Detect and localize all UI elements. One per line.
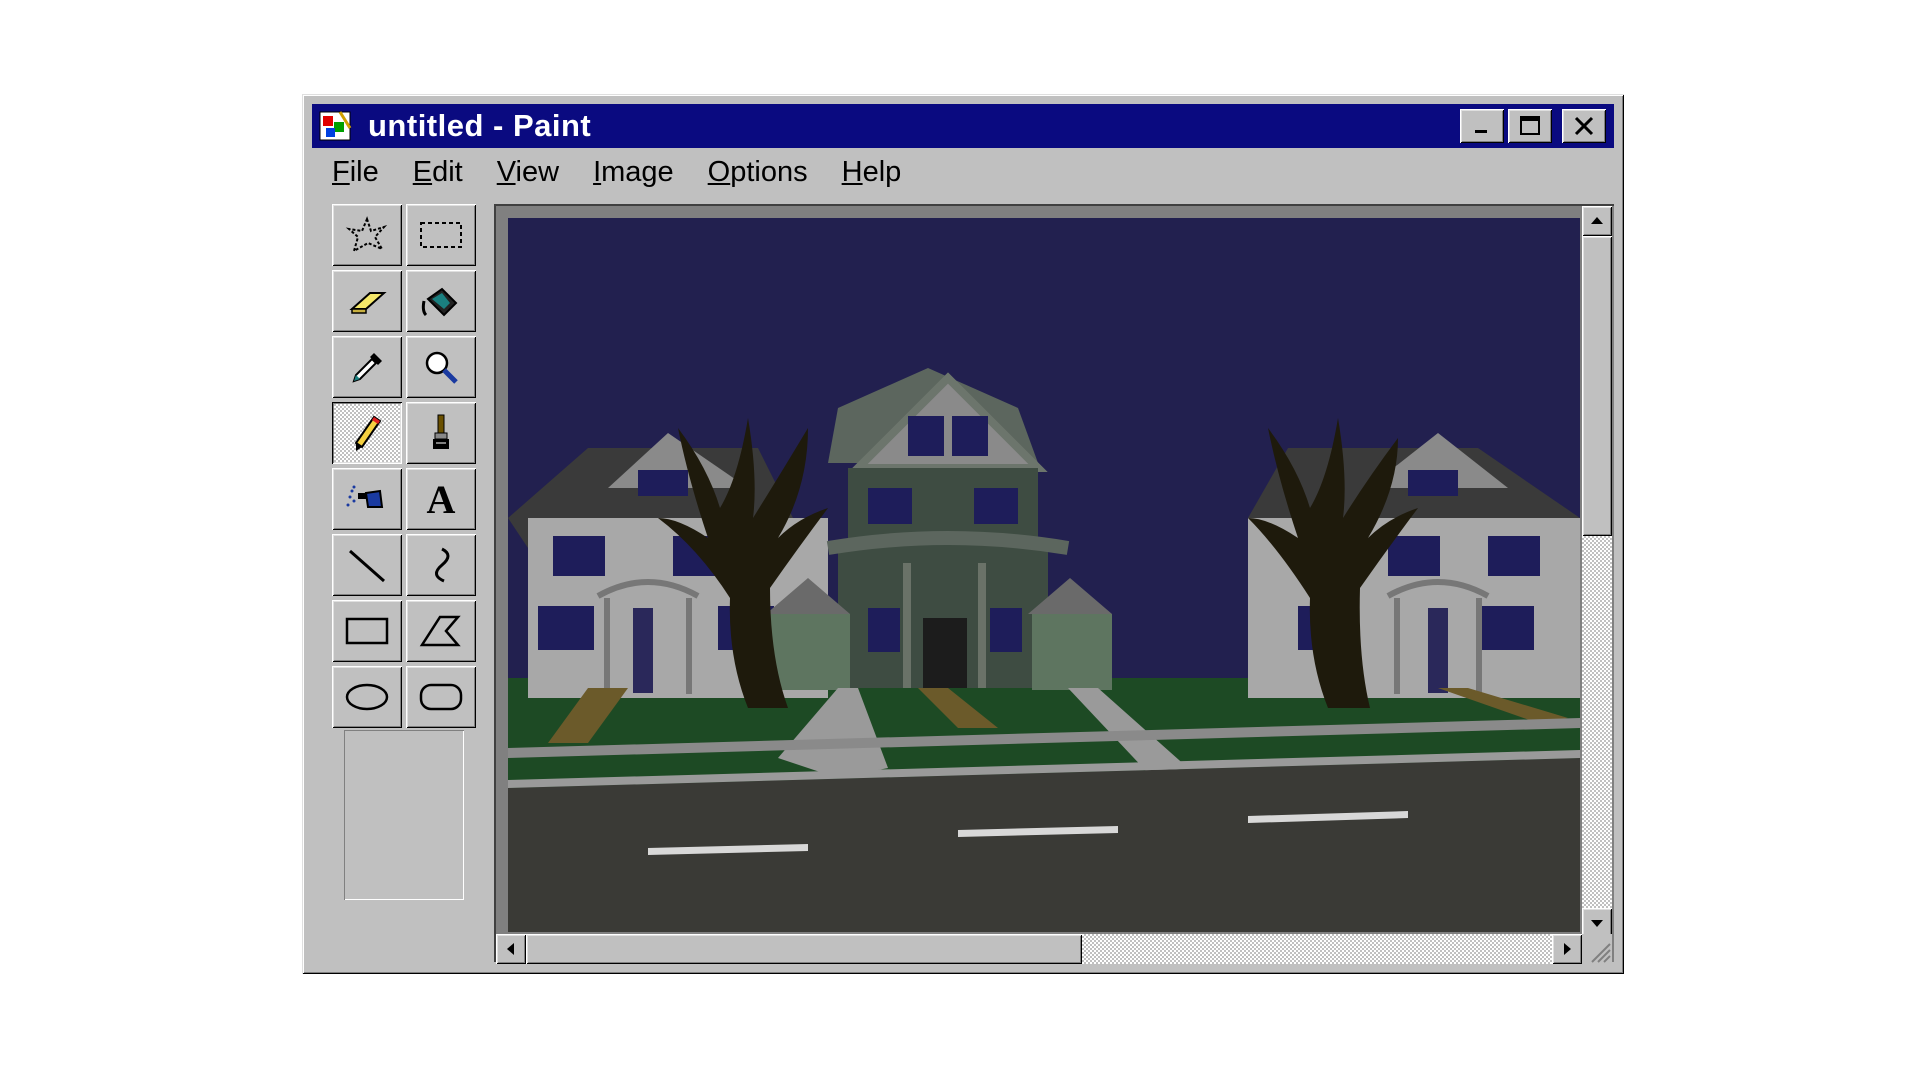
horizontal-scroll-thumb[interactable] bbox=[526, 934, 1082, 964]
tool-text[interactable]: A bbox=[406, 468, 476, 530]
scroll-right-button[interactable] bbox=[1552, 934, 1582, 964]
tool-free-form-select[interactable] bbox=[332, 204, 402, 266]
menu-view[interactable]: View bbox=[497, 156, 559, 189]
menu-options[interactable]: Options bbox=[708, 156, 808, 189]
tool-magnifier[interactable] bbox=[406, 336, 476, 398]
airbrush-icon bbox=[346, 485, 384, 508]
rect-select-icon bbox=[420, 222, 462, 248]
rectangle-icon bbox=[345, 617, 389, 645]
tool-polygon[interactable] bbox=[406, 600, 476, 662]
neighborhood-night-picture bbox=[508, 218, 1580, 932]
minimize-button[interactable] bbox=[1460, 109, 1504, 143]
line-icon bbox=[349, 549, 385, 583]
rounded-rectangle-icon bbox=[419, 683, 463, 711]
tool-pick-color[interactable] bbox=[332, 336, 402, 398]
paint-window: untitled - Paint File Edit View Image Op… bbox=[302, 94, 1624, 974]
text-icon: A bbox=[426, 476, 456, 522]
vertical-scrollbar[interactable] bbox=[1582, 206, 1612, 938]
title-bar[interactable]: untitled - Paint bbox=[312, 104, 1614, 148]
horizontal-scrollbar[interactable] bbox=[496, 934, 1582, 964]
menu-edit[interactable]: Edit bbox=[413, 156, 463, 189]
close-button[interactable] bbox=[1562, 109, 1606, 143]
paint-app-icon[interactable] bbox=[318, 108, 354, 144]
curve-icon bbox=[435, 547, 450, 583]
menu-file[interactable]: File bbox=[332, 156, 379, 189]
tool-curve[interactable] bbox=[406, 534, 476, 596]
close-icon bbox=[1574, 116, 1594, 136]
minimize-icon bbox=[1475, 130, 1487, 133]
tool-airbrush[interactable] bbox=[332, 468, 402, 530]
tool-eraser[interactable] bbox=[332, 270, 402, 332]
arrow-down-icon bbox=[1591, 920, 1603, 927]
resize-grip[interactable] bbox=[1582, 934, 1612, 964]
tool-rectangle[interactable] bbox=[332, 600, 402, 662]
tool-ellipse[interactable] bbox=[332, 666, 402, 728]
magnifier-icon bbox=[425, 351, 458, 384]
tool-brush[interactable] bbox=[406, 402, 476, 464]
maximize-icon bbox=[1520, 116, 1540, 135]
arrow-right-icon bbox=[1564, 943, 1571, 955]
tool-rounded-rectangle[interactable] bbox=[406, 666, 476, 728]
tool-fill-with-color[interactable] bbox=[406, 270, 476, 332]
canvas-area bbox=[494, 204, 1614, 964]
window-title: untitled - Paint bbox=[368, 108, 592, 143]
resize-grip-icon bbox=[1591, 943, 1611, 963]
eraser-icon bbox=[349, 292, 387, 314]
menu-help[interactable]: Help bbox=[842, 156, 902, 189]
star-select-icon bbox=[345, 216, 388, 254]
ellipse-icon bbox=[345, 683, 389, 711]
arrow-up-icon bbox=[1591, 217, 1603, 224]
scroll-up-button[interactable] bbox=[1582, 206, 1612, 236]
vertical-scroll-thumb[interactable] bbox=[1582, 236, 1612, 536]
tool-select[interactable] bbox=[406, 204, 476, 266]
tool-line[interactable] bbox=[332, 534, 402, 596]
eyedropper-icon bbox=[352, 353, 382, 383]
menu-image[interactable]: Image bbox=[593, 156, 674, 189]
brush-icon bbox=[433, 414, 449, 449]
tool-pencil[interactable] bbox=[332, 402, 402, 464]
tool-options-box[interactable] bbox=[344, 730, 464, 900]
drawing-canvas[interactable] bbox=[508, 218, 1580, 932]
pencil-icon bbox=[354, 415, 382, 451]
paint-bucket-icon bbox=[421, 287, 458, 317]
scroll-left-button[interactable] bbox=[496, 934, 526, 964]
arrow-left-icon bbox=[507, 943, 514, 955]
polygon-icon bbox=[419, 615, 461, 647]
maximize-button[interactable] bbox=[1508, 109, 1552, 143]
menu-bar: File Edit View Image Options Help bbox=[312, 152, 915, 192]
